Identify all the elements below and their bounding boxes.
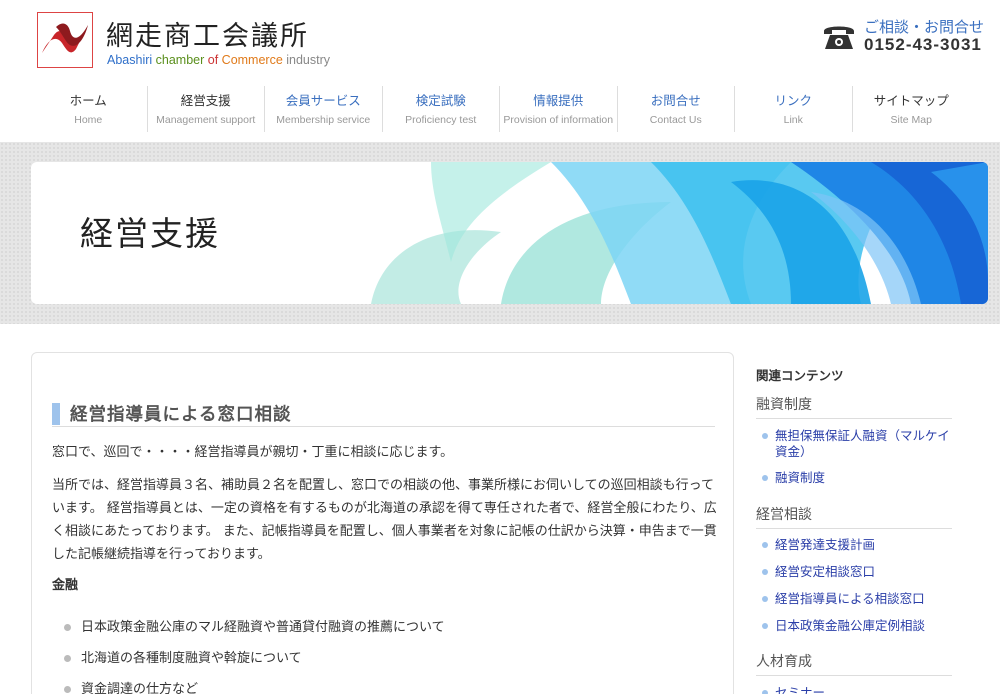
contact-label[interactable]: ご相談・お問合せ (864, 16, 984, 37)
site-header: 網走商工会議所 Abashiri chamber of Commerce ind… (0, 0, 1000, 80)
list-item: 北海道の各種制度融資や斡旋について (62, 643, 445, 674)
sidebar-link[interactable]: 無担保無保証人融資（マルケイ資金） (762, 428, 952, 460)
nav-label-en: Membership service (276, 114, 371, 126)
page-title: 経営支援 (80, 214, 220, 253)
nav-label-jp: サイトマップ (873, 93, 949, 108)
lead-text: 窓口で、巡回で・・・・経営指導員が親切・丁重に相談に応じます。 (52, 445, 454, 460)
sidebar-title: 関連コンテンツ (756, 368, 844, 383)
heading-accent-bar (52, 403, 60, 425)
nav-label-en: Link (783, 114, 803, 126)
nav-label-en: Management support (156, 114, 256, 126)
finance-list: 日本政策金融公庫のマル経融資や普通貸付融資の推薦について 北海道の各種制度融資や… (62, 612, 445, 694)
logo-title[interactable]: 網走商工会議所 (106, 14, 309, 53)
sidebar-link[interactable]: セミナー (762, 685, 952, 694)
sidebar-category: 人材育成 (756, 651, 952, 676)
page-banner: 経営支援 (31, 162, 988, 304)
sidebar-link[interactable]: 経営発達支援計画 (762, 537, 952, 553)
list-item: 資金調達の仕方など (62, 674, 445, 694)
nav-label-jp: ホーム (69, 93, 107, 108)
nav-item-proficiency-test[interactable]: 検定試験 Proficiency test (383, 86, 500, 132)
main-content: 経営指導員による窓口相談 窓口で、巡回で・・・・経営指導員が親切・丁重に相談に応… (31, 352, 734, 694)
nav-item-home[interactable]: ホーム Home (30, 86, 148, 132)
sidebar-link[interactable]: 経営指導員による相談窓口 (762, 591, 952, 607)
section-heading-text: 経営指導員による窓口相談 (70, 405, 292, 425)
sidebar-category: 経営相談 (756, 504, 952, 529)
nav-item-membership-service[interactable]: 会員サービス Membership service (265, 86, 383, 132)
nav-item-information[interactable]: 情報提供 Provision of information (500, 86, 618, 132)
nav-item-link[interactable]: リンク Link (735, 86, 853, 132)
nav-label-jp: 情報提供 (533, 93, 584, 108)
body-paragraph: 当所では、経営指導員３名、補助員２名を配置し、窓口での相談の他、事業所様にお伺い… (52, 478, 717, 562)
logo-mark[interactable] (37, 12, 93, 68)
nav-label-jp: リンク (774, 93, 812, 108)
nav-label-jp: 検定試験 (415, 93, 466, 108)
list-item: 日本政策金融公庫のマル経融資や普通貸付融資の推薦について (62, 612, 445, 643)
sidebar-link[interactable]: 日本政策金融公庫定例相談 (762, 618, 952, 634)
nav-item-management-support[interactable]: 経営支援 Management support (148, 86, 265, 132)
nav-label-jp: 経営支援 (180, 93, 231, 108)
section-heading: 経営指導員による窓口相談 (52, 401, 715, 427)
sub-heading-finance: 金融 (52, 578, 79, 593)
sidebar-link[interactable]: 融資制度 (762, 470, 952, 486)
sidebar-link[interactable]: 経営安定相談窓口 (762, 564, 952, 580)
nav-label-jp: お問合せ (650, 93, 701, 108)
phone-icon (822, 22, 856, 52)
nav-label-en: Provision of information (503, 114, 614, 126)
global-nav: ホーム Home 経営支援 Management support 会員サービス … (30, 86, 970, 142)
nav-label-en: Site Map (890, 114, 932, 126)
nav-item-contact[interactable]: お問合せ Contact Us (618, 86, 735, 132)
contact-phone-number[interactable]: 0152-43-3031 (864, 35, 982, 55)
sidebar-category: 融資制度 (756, 394, 952, 419)
nav-item-sitemap[interactable]: サイトマップ Site Map (853, 86, 970, 132)
nav-label-en: Proficiency test (405, 114, 477, 126)
logo-subtitle: Abashiri chamber of Commerce industry (107, 53, 331, 67)
nav-label-en: Home (74, 114, 103, 126)
nav-label-en: Contact Us (649, 114, 702, 126)
nav-label-jp: 会員サービス (285, 93, 361, 108)
